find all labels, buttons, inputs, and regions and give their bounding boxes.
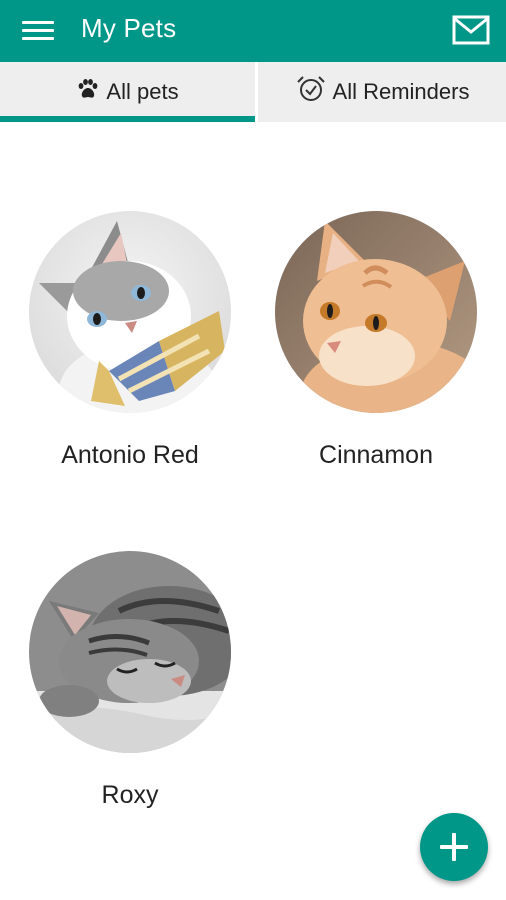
- plus-icon: [452, 833, 456, 861]
- pet-photo: [29, 211, 231, 413]
- alarm-clock-icon: [295, 75, 327, 109]
- pet-name: Cinnamon: [319, 441, 433, 469]
- tab-all-reminders-label: All Reminders: [332, 79, 470, 104]
- menu-icon[interactable]: [22, 20, 54, 42]
- tab-bar: All pets All Reminders: [0, 62, 506, 122]
- app-title: My Pets: [81, 13, 177, 43]
- selected-tab-indicator: [0, 116, 255, 122]
- paw-icon: [76, 77, 100, 107]
- pet-photo: [275, 211, 477, 413]
- add-pet-button[interactable]: [420, 813, 488, 881]
- menu-icon-bar: [22, 29, 54, 32]
- pet-photo: [29, 551, 231, 753]
- tab-all-pets-label: All pets: [106, 79, 179, 104]
- pet-name: Roxy: [101, 781, 159, 809]
- tab-all-reminders[interactable]: All Reminders: [258, 62, 506, 122]
- pet-name: Antonio Red: [61, 441, 199, 469]
- pet-card-antonio-red[interactable]: Antonio Red: [20, 211, 240, 470]
- mail-icon[interactable]: [452, 14, 490, 46]
- app-bar: My Pets: [0, 0, 506, 62]
- menu-icon-bar: [22, 21, 54, 24]
- tab-all-pets[interactable]: All pets: [0, 62, 255, 122]
- menu-icon-bar: [22, 37, 54, 40]
- pet-card-cinnamon[interactable]: Cinnamon: [266, 211, 486, 470]
- pet-card-roxy[interactable]: Roxy: [20, 551, 240, 810]
